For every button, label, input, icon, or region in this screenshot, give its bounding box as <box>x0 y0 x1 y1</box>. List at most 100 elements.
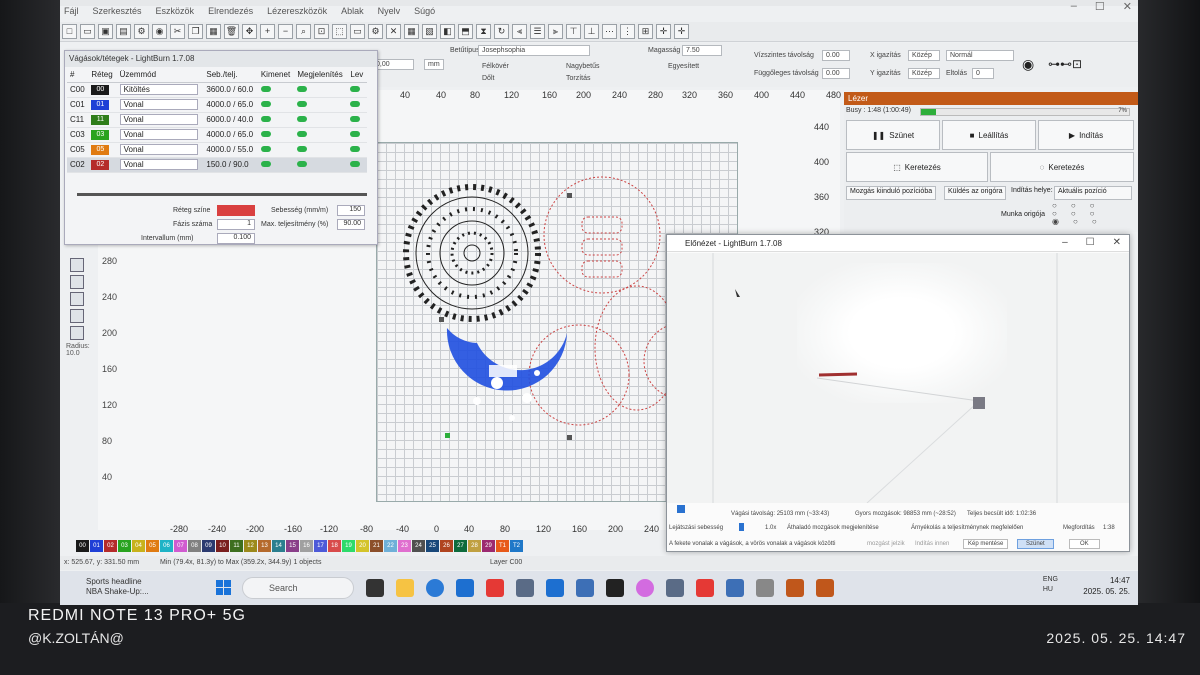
palette-swatch[interactable]: 17 <box>314 540 327 552</box>
paste-icon[interactable]: ▦ <box>206 24 221 39</box>
palette-swatch[interactable]: 25 <box>426 540 439 552</box>
table-row[interactable]: C02 02 Vonal 150.0 / 90.0 <box>67 157 367 173</box>
youtube-icon[interactable] <box>696 579 714 597</box>
lightburn-icon[interactable] <box>816 579 834 597</box>
palette-swatch[interactable]: 27 <box>454 540 467 552</box>
bold-checkbox[interactable]: Félkövér <box>482 63 509 70</box>
palette-swatch[interactable]: 20 <box>356 540 369 552</box>
corner-radius-icon[interactable] <box>70 326 84 340</box>
uppercase-checkbox[interactable]: Nagybetűs <box>566 63 599 70</box>
go-to-origin-button[interactable]: Küldés az origóra <box>944 186 1007 200</box>
file-explorer-icon[interactable] <box>396 579 414 597</box>
mirror-icon[interactable]: ⧗ <box>476 24 491 39</box>
table-row[interactable]: C03 03 Vonal 4000.0 / 65.0 <box>67 127 367 143</box>
horizontal-scrollbar[interactable] <box>77 193 367 196</box>
menu-tools[interactable]: Eszközök <box>156 6 195 22</box>
menu-window[interactable]: Ablak <box>341 6 364 22</box>
new-file-icon[interactable]: □ <box>62 24 77 39</box>
air-toggle[interactable] <box>347 112 367 128</box>
italic-checkbox[interactable]: Dőlt <box>482 75 494 82</box>
preview-viewport[interactable] <box>667 253 1129 503</box>
mode-select[interactable]: Kitöltés <box>119 84 198 95</box>
yalign-select[interactable]: Közép <box>908 68 940 79</box>
flip-h-icon[interactable]: ◧ <box>440 24 455 39</box>
array-icon[interactable] <box>70 275 84 289</box>
settings-icon[interactable]: ⚙ <box>134 24 149 39</box>
preview-pause-button[interactable]: Szünet <box>1017 539 1054 549</box>
palette-swatch[interactable]: 07 <box>174 540 187 552</box>
windows-start-icon[interactable] <box>216 580 232 596</box>
save-image-button[interactable]: Kép mentése <box>963 539 1009 549</box>
menu-language[interactable]: Nyelv <box>378 6 401 22</box>
language-indicator[interactable]: ENG HU <box>1043 575 1058 595</box>
palette-swatch[interactable]: 00 <box>76 540 89 552</box>
offset-input[interactable]: 0 <box>972 68 994 79</box>
palette-swatch[interactable]: 12 <box>244 540 257 552</box>
show-toggle[interactable] <box>294 142 348 158</box>
align-right-icon[interactable]: ⫸ <box>548 24 563 39</box>
output-toggle[interactable] <box>257 157 295 173</box>
open-file-icon[interactable]: ▭ <box>80 24 95 39</box>
radius-value[interactable]: 10.0 <box>60 350 98 357</box>
align-top-icon[interactable]: ⊤ <box>566 24 581 39</box>
show-rapid-toggle[interactable]: Áthaladó mozgások megjelenítése <box>787 525 879 531</box>
air-toggle[interactable] <box>347 97 367 113</box>
layer-mode[interactable]: Vonal <box>116 127 204 143</box>
distort-checkbox[interactable]: Torzítás <box>566 75 591 82</box>
align-left-icon[interactable]: ⫷ <box>512 24 527 39</box>
edit-nodes-icon[interactable] <box>70 258 84 272</box>
passes-input[interactable]: 1 <box>217 219 255 230</box>
cut-icon[interactable]: ✂ <box>170 24 185 39</box>
menu-laser-tools[interactable]: Lézereszközök <box>267 6 327 22</box>
rotate-icon[interactable]: ↻ <box>494 24 509 39</box>
mode-select[interactable]: Vonal <box>119 129 198 140</box>
palette-swatch[interactable]: 10 <box>216 540 229 552</box>
palette-swatch[interactable]: 09 <box>202 540 215 552</box>
air-toggle[interactable] <box>347 82 367 98</box>
outlook-icon[interactable] <box>576 579 594 597</box>
copy-icon[interactable]: ❐ <box>188 24 203 39</box>
height-input[interactable]: 7.50 <box>682 45 722 56</box>
unit-button[interactable]: mm <box>424 59 444 70</box>
align-center-icon[interactable]: ☰ <box>530 24 545 39</box>
maximize-icon[interactable]: ☐ <box>1086 237 1095 248</box>
menu-edit[interactable]: Szerkesztés <box>93 6 142 22</box>
system-clock[interactable]: 14:47 2025. 05. 25. <box>1083 575 1130 597</box>
circle-frame-button[interactable]: ◌ Keretezés <box>990 152 1134 182</box>
news-widget[interactable]: Sports headline NBA Shake-Up:... <box>86 577 149 597</box>
monitor-icon[interactable]: ▭ <box>350 24 365 39</box>
output-toggle[interactable] <box>257 97 295 113</box>
hspace-input[interactable]: 0.00 <box>822 50 850 61</box>
shade-by-power-toggle[interactable]: Árnyékolás a teljesítménynek megfelelően <box>911 525 1023 531</box>
frame-icon[interactable]: ⬚ <box>332 24 347 39</box>
show-toggle[interactable] <box>294 82 348 98</box>
layer-mode[interactable]: Vonal <box>116 97 204 113</box>
save-as-icon[interactable]: ▤ <box>116 24 131 39</box>
table-row[interactable]: C01 01 Vonal 4000.0 / 65.0 <box>67 97 367 113</box>
circular-array-icon[interactable] <box>70 309 84 323</box>
grid-icon[interactable]: ⊞ <box>638 24 653 39</box>
maxpower-input[interactable]: 90.00 <box>337 219 365 230</box>
delete-icon[interactable]: 🗑 <box>224 24 239 39</box>
youtube-icon[interactable] <box>486 579 504 597</box>
node-tools-icon[interactable]: ⊶⊷⊡ <box>1048 57 1082 71</box>
show-toggle[interactable] <box>294 112 348 128</box>
start-here-button[interactable]: Indítás innen <box>915 541 949 547</box>
stop-button[interactable]: ■ Leállítás <box>942 120 1036 150</box>
palette-swatch[interactable]: 05 <box>146 540 159 552</box>
dock-icon[interactable]: ✛ <box>674 24 689 39</box>
timeline-marker[interactable] <box>677 505 685 513</box>
show-toggle[interactable] <box>294 157 348 173</box>
layer-swatch[interactable]: 03 <box>88 127 117 143</box>
start-from-select[interactable]: Aktuális pozíció <box>1054 186 1132 200</box>
mode-select[interactable]: Vonal <box>119 159 198 170</box>
palette-swatch[interactable]: 29 <box>482 540 495 552</box>
palette-swatch[interactable]: 01 <box>90 540 103 552</box>
wikipedia-icon[interactable] <box>606 579 624 597</box>
minimize-icon[interactable]: – <box>1062 237 1068 248</box>
layer-swatch[interactable]: 05 <box>88 142 117 158</box>
palette-swatch[interactable]: 22 <box>384 540 397 552</box>
app-icon[interactable] <box>666 579 684 597</box>
task-view-icon[interactable] <box>366 579 384 597</box>
camera-icon[interactable]: ◉ <box>152 24 167 39</box>
